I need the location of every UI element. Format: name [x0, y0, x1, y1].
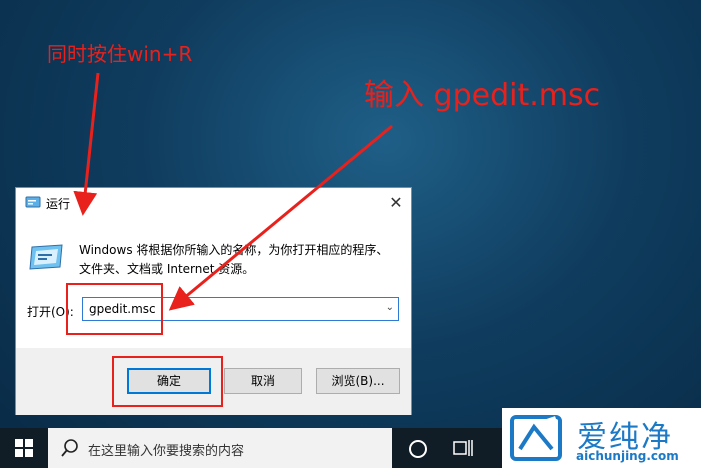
windows-start-icon[interactable]	[14, 438, 34, 458]
search-placeholder: 在这里输入你要搜索的内容	[88, 444, 245, 459]
arrow-to-title	[73, 72, 100, 216]
task-view-icon[interactable]	[453, 439, 473, 457]
arrow-to-input	[168, 124, 393, 311]
annotation-arrows	[73, 72, 393, 311]
watermark-logo-icon	[510, 415, 562, 461]
cortana-icon[interactable]	[409, 440, 427, 458]
taskbar-search-box[interactable]: 在这里输入你要搜索的内容	[48, 428, 392, 468]
search-icon	[61, 439, 78, 457]
watermark-url: aichunjing.com	[576, 449, 679, 463]
watermark: 爱纯净 aichunjing.com	[502, 408, 701, 468]
